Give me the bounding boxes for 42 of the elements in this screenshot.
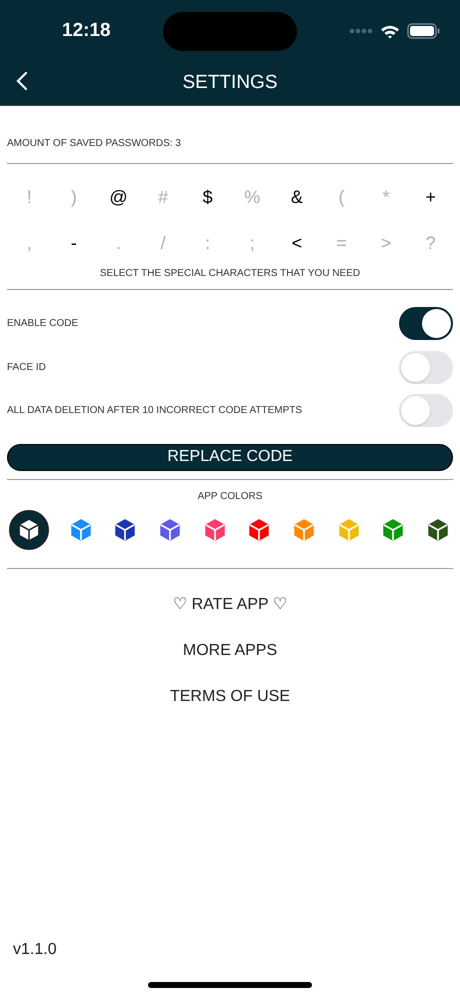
character-option[interactable]: @ [106, 184, 131, 211]
toggle-switch[interactable] [399, 394, 453, 428]
character-option[interactable]: / [158, 230, 169, 257]
character-option[interactable]: , [24, 230, 35, 257]
character-option[interactable]: + [422, 184, 439, 211]
toggle-label: ALL DATA DELETION AFTER 10 INCORRECT CODE ATTEMPTS [7, 404, 302, 418]
toggle-switch[interactable] [399, 350, 453, 384]
character-option[interactable]: $ [200, 184, 216, 211]
character-option[interactable]: # [155, 184, 172, 211]
character-option[interactable]: < [288, 230, 306, 257]
cube-icon [16, 516, 42, 542]
app-version: v1.1.0 [13, 940, 57, 960]
character-option[interactable]: = [333, 230, 350, 257]
toggle-label: FACE ID [7, 360, 46, 375]
toggle-switch[interactable] [399, 307, 453, 340]
screen-title: SETTINGS [182, 71, 278, 96]
menu-link[interactable]: ♡ RATE APP ♡ [173, 592, 287, 616]
character-option[interactable]: * [380, 184, 393, 211]
character-option[interactable]: ) [68, 184, 80, 211]
character-option[interactable]: ! [24, 184, 35, 211]
signal-icon [349, 28, 373, 34]
character-option[interactable]: . [112, 230, 124, 257]
color-option[interactable] [9, 510, 49, 550]
character-option[interactable]: ; [246, 230, 258, 257]
character-option[interactable]: ? [422, 230, 439, 257]
status-time: 12:18 [62, 18, 111, 43]
special-characters-hint: SELECT THE SPECIAL CHARACTERS THAT YOU NEED [100, 266, 360, 280]
menu-link[interactable]: TERMS OF USE [170, 684, 290, 708]
character-option[interactable]: ( [335, 184, 348, 211]
back-icon[interactable] [16, 71, 28, 91]
character-option[interactable]: & [288, 184, 306, 211]
character-option[interactable]: % [241, 184, 264, 211]
character-option[interactable]: - [68, 230, 80, 257]
menu-link[interactable]: MORE APPS [182, 638, 278, 662]
battery-icon [407, 23, 440, 39]
toggle-label: ENABLE CODE [7, 317, 78, 332]
character-option[interactable]: : [202, 230, 214, 257]
character-option[interactable]: > [378, 230, 394, 257]
app-colors-title: APP COLORS [198, 490, 262, 504]
wifi-icon [380, 24, 400, 38]
replace-code-button[interactable]: REPLACE CODE [7, 444, 453, 470]
saved-passwords-count: AMOUNT OF SAVED PASSWORDS: 3 [7, 137, 181, 151]
